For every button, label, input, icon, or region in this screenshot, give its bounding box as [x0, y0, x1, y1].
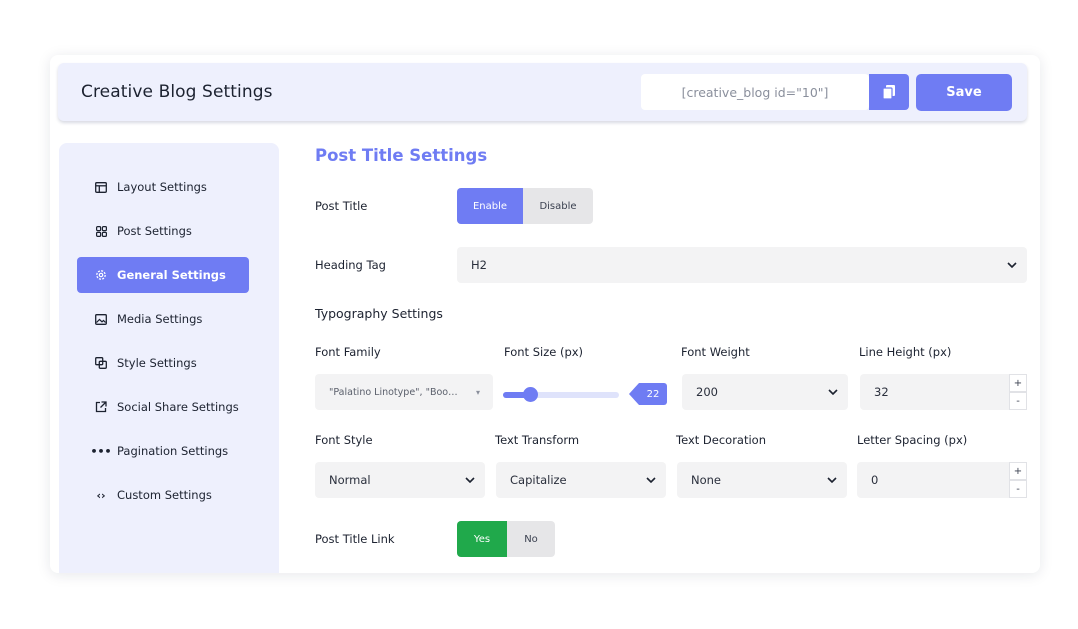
line-height-input[interactable]: 32 + -: [860, 374, 1027, 410]
yes-option[interactable]: Yes: [457, 521, 507, 557]
grid-icon: [93, 225, 109, 237]
text-transform-label: Text Transform: [495, 433, 580, 447]
letter-spacing-label: Letter Spacing (px): [857, 433, 968, 447]
sidebar-item-label: Layout Settings: [117, 180, 207, 194]
font-size-value: 22: [629, 383, 667, 405]
font-family-select[interactable]: "Palatino Linotype", "Book A... ▾: [315, 374, 493, 410]
text-decoration-value: None: [691, 473, 722, 487]
sidebar-item-label: Post Settings: [117, 224, 192, 238]
section-title: Post Title Settings: [315, 146, 488, 165]
chevron-down-icon: [636, 477, 666, 483]
font-family-label: Font Family: [315, 345, 381, 359]
sidebar: Layout Settings Post Settings General Se…: [59, 143, 279, 573]
letter-spacing-value: 0: [871, 473, 879, 487]
sidebar-item-pagination[interactable]: ••• Pagination Settings: [77, 433, 249, 469]
font-weight-select[interactable]: 200: [682, 374, 848, 410]
font-size-slider[interactable]: 22: [503, 376, 679, 412]
sidebar-item-label: Media Settings: [117, 312, 203, 326]
settings-card: Creative Blog Settings [creative_blog id…: [50, 55, 1040, 573]
font-style-label: Font Style: [315, 433, 373, 447]
sidebar-item-label: Custom Settings: [117, 488, 212, 502]
typography-heading: Typography Settings: [315, 306, 443, 321]
line-height-label: Line Height (px): [859, 345, 952, 359]
chevron-down-icon: [818, 389, 848, 395]
font-size-label: Font Size (px): [504, 345, 584, 359]
decrement-button[interactable]: -: [1009, 392, 1027, 410]
decrement-button[interactable]: -: [1009, 480, 1027, 498]
font-style-value: Normal: [329, 473, 371, 487]
post-title-link-label: Post Title Link: [315, 532, 395, 546]
header-bar: Creative Blog Settings [creative_blog id…: [58, 63, 1027, 121]
text-decoration-select[interactable]: None: [677, 462, 847, 498]
page-title: Creative Blog Settings: [81, 82, 273, 102]
text-transform-value: Capitalize: [510, 473, 567, 487]
text-decoration-label: Text Decoration: [676, 433, 767, 447]
gear-icon: [93, 269, 109, 281]
sidebar-item-label: Pagination Settings: [117, 444, 229, 458]
font-weight-value: 200: [696, 385, 718, 399]
save-button[interactable]: Save: [916, 74, 1012, 111]
chevron-down-icon: [997, 262, 1027, 268]
share-link-icon: [93, 401, 109, 413]
post-title-toggle: Enable Disable: [457, 188, 593, 224]
caret-down-icon: ▾: [475, 387, 480, 397]
sidebar-item-media[interactable]: Media Settings: [77, 301, 249, 337]
font-family-value: "Palatino Linotype", "Book A...: [329, 386, 463, 398]
sidebar-item-social-share[interactable]: Social Share Settings: [77, 389, 249, 425]
increment-button[interactable]: +: [1009, 462, 1027, 480]
main-panel: Post Title Settings Post Title Enable Di…: [315, 143, 1027, 573]
copy-icon: [883, 85, 895, 99]
heading-tag-label: Heading Tag: [315, 258, 386, 272]
sidebar-item-label: Style Settings: [117, 356, 197, 370]
letter-spacing-stepper: + -: [1009, 462, 1027, 498]
shortcode-field[interactable]: [creative_blog id="10"]: [641, 74, 869, 110]
sidebar-item-label: General Settings: [117, 268, 226, 282]
font-style-select[interactable]: Normal: [315, 462, 485, 498]
disable-option[interactable]: Disable: [523, 188, 593, 224]
text-transform-select[interactable]: Capitalize: [496, 462, 666, 498]
chevron-down-icon: [455, 477, 485, 483]
sidebar-item-style[interactable]: Style Settings: [77, 345, 249, 381]
line-height-stepper: + -: [1009, 374, 1027, 410]
code-icon: ‹›: [96, 488, 106, 502]
ellipsis-icon: •••: [90, 444, 112, 458]
letter-spacing-input[interactable]: 0 + -: [857, 462, 1027, 498]
line-height-value: 32: [874, 385, 889, 399]
layout-icon: [93, 181, 109, 193]
sidebar-item-layout[interactable]: Layout Settings: [77, 169, 249, 205]
enable-option[interactable]: Enable: [457, 188, 523, 224]
post-title-label: Post Title: [315, 199, 368, 213]
font-weight-label: Font Weight: [681, 345, 750, 359]
copy-shortcode-button[interactable]: [869, 74, 909, 110]
sidebar-item-post[interactable]: Post Settings: [77, 213, 249, 249]
sidebar-item-label: Social Share Settings: [117, 400, 239, 414]
sidebar-item-custom[interactable]: ‹› Custom Settings: [77, 477, 249, 513]
sidebar-item-general[interactable]: General Settings: [77, 257, 249, 293]
post-title-link-toggle: Yes No: [457, 521, 555, 557]
increment-button[interactable]: +: [1009, 374, 1027, 392]
heading-tag-select[interactable]: H2: [457, 247, 1027, 283]
no-option[interactable]: No: [507, 521, 555, 557]
heading-tag-value: H2: [471, 258, 487, 272]
copy-style-icon: [93, 357, 109, 369]
image-icon: [93, 313, 109, 325]
chevron-down-icon: [817, 477, 847, 483]
slider-handle[interactable]: [523, 387, 538, 402]
